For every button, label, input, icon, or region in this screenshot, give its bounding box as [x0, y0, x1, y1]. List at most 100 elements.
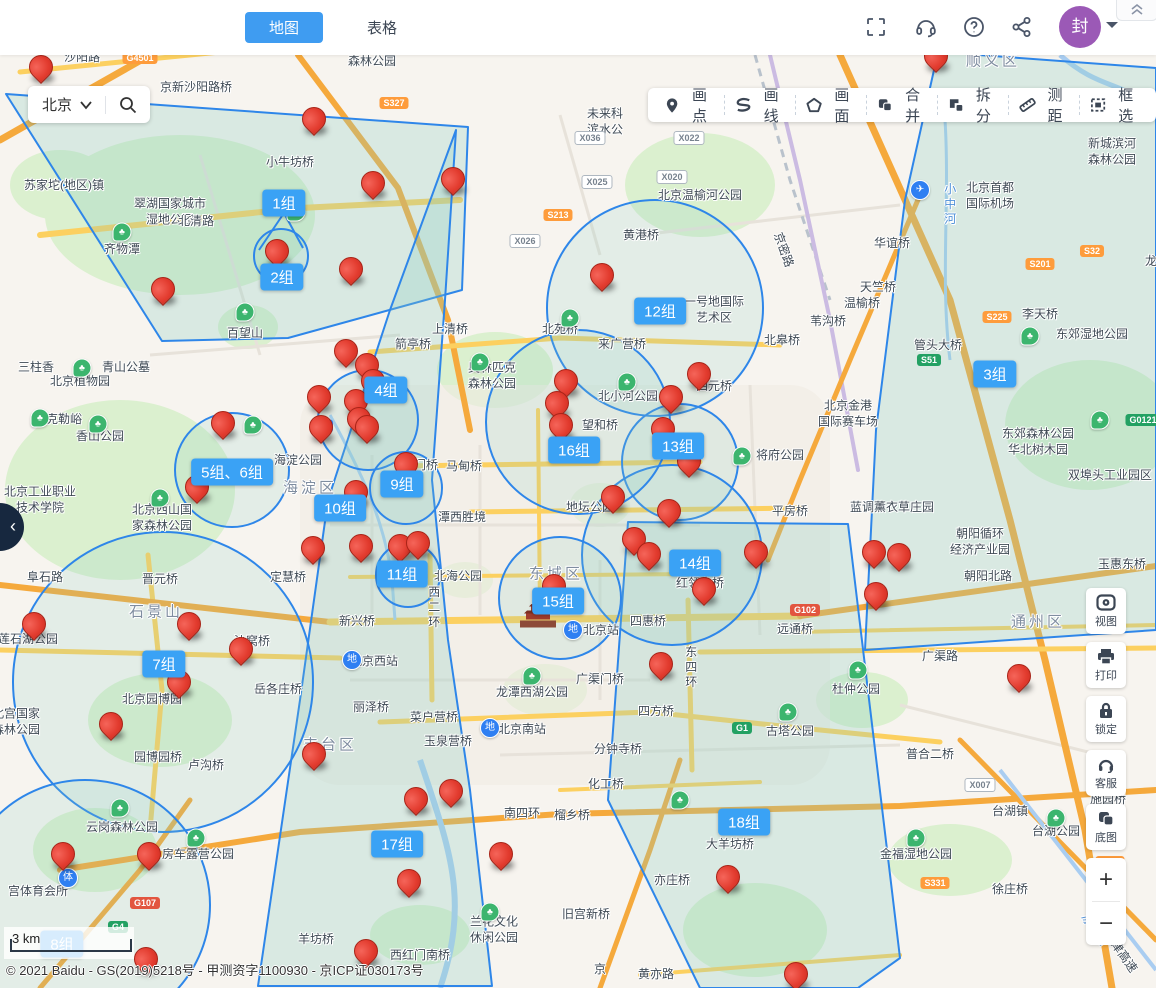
- map-place-label: 阜石路: [27, 570, 63, 586]
- city-name[interactable]: 北京: [42, 94, 72, 115]
- group-label-chip[interactable]: 15组: [532, 588, 584, 615]
- road-shield: X007: [964, 778, 995, 792]
- park-poi-icon: ♣: [1091, 411, 1110, 430]
- split-button[interactable]: 拆分: [938, 94, 1008, 116]
- map-place-label: 顺义区: [966, 55, 1020, 71]
- map-place-label: 温榆桥: [844, 296, 880, 312]
- tab-table[interactable]: 表格: [352, 12, 412, 43]
- group-label-chip[interactable]: 9组: [380, 471, 423, 498]
- road-shield: X026: [509, 234, 540, 248]
- map-place-label: 四方桥: [638, 704, 674, 720]
- group-label-chip[interactable]: 11组: [377, 561, 428, 588]
- road-shield: X036: [574, 131, 605, 145]
- map-place-label: 北皋桥: [764, 333, 800, 349]
- group-label-chip[interactable]: 4组: [364, 377, 407, 404]
- draw-point-label: 画点: [685, 84, 714, 126]
- group-label-chip[interactable]: 16组: [548, 437, 600, 464]
- avatar[interactable]: 封: [1059, 6, 1101, 48]
- map-place-label: 小中河: [941, 183, 957, 228]
- park-poi-icon: ♣: [73, 359, 92, 378]
- map-place-label: 北清路: [178, 214, 214, 230]
- map-place-label: 天竺桥: [860, 280, 896, 296]
- box-select-icon: [1090, 97, 1106, 113]
- map-place-label: 分钟寺桥: [594, 742, 642, 758]
- group-label-chip[interactable]: 7组: [142, 651, 185, 678]
- map-place-label: 龙: [1145, 254, 1156, 270]
- map-canvas[interactable]: 沙阳路京新沙阳路桥森林公园翠湖国家城市 湿地公园苏家坨(地区)镇小牛坊桥北清路齐…: [0, 55, 1156, 988]
- group-label-chip[interactable]: 14组: [669, 550, 721, 577]
- basemap-button[interactable]: 底图: [1086, 804, 1126, 850]
- draw-line-button[interactable]: 画线: [725, 94, 796, 116]
- map-place-label: 小牛坊桥: [266, 155, 314, 171]
- chevron-down-icon[interactable]: [79, 100, 93, 110]
- map-place-label: 东郊森林公园 华北树木园: [1002, 426, 1074, 457]
- map-place-label: 化工桥: [588, 777, 624, 793]
- road-shield: S327: [379, 97, 408, 109]
- transit-poi-icon: 地: [563, 620, 583, 640]
- fullscreen-button[interactable]: [862, 14, 890, 42]
- group-label-chip[interactable]: 18组: [718, 809, 770, 836]
- search-icon[interactable]: [118, 95, 138, 115]
- map-place-label: 金福湿地公园: [880, 847, 952, 863]
- measure-button[interactable]: 测距: [1009, 94, 1080, 116]
- group-label-chip[interactable]: 1组: [262, 190, 305, 217]
- map-place-label: 京: [594, 962, 606, 978]
- support-button[interactable]: 客服: [1086, 750, 1126, 796]
- park-poi-icon: ♣: [89, 415, 108, 434]
- scale-bar: 3 km: [4, 927, 134, 959]
- side-toolbar: 视图 打印 锁定 客服: [1086, 588, 1126, 945]
- road-shield: X025: [581, 175, 612, 189]
- group-label-chip[interactable]: 17组: [371, 831, 423, 858]
- park-poi-icon: ♣: [244, 416, 263, 435]
- merge-icon: [877, 97, 893, 113]
- print-button[interactable]: 打印: [1086, 642, 1126, 688]
- draw-point-button[interactable]: 画点: [654, 94, 724, 116]
- zoom-out-button[interactable]: −: [1086, 902, 1126, 945]
- view-icon: [1096, 594, 1116, 611]
- group-label-chip[interactable]: 5组、6组: [191, 459, 273, 486]
- lock-icon: [1097, 702, 1115, 719]
- draw-line-label: 画线: [757, 84, 786, 126]
- group-label-chip[interactable]: 3组: [973, 361, 1016, 388]
- box-select-button[interactable]: 框选: [1080, 94, 1150, 116]
- group-label-chip[interactable]: 10组: [314, 495, 366, 522]
- city-selector[interactable]: 北京: [28, 86, 150, 123]
- road-shield: S331: [920, 877, 949, 889]
- map-place-label: 华谊桥: [874, 236, 910, 252]
- map-place-label: 箭亭桥: [395, 337, 431, 353]
- zoom-in-button[interactable]: +: [1086, 858, 1126, 901]
- group-label-chip[interactable]: 13组: [652, 433, 704, 460]
- zone-circle[interactable]: [486, 330, 670, 514]
- zoom-control: + −: [1086, 858, 1126, 945]
- map-place-label: 杜仲公园: [832, 682, 880, 698]
- map-place-label: 岳各庄桥: [254, 682, 302, 698]
- map-place-label: 齐物潭: [104, 242, 140, 258]
- group-label-chip[interactable]: 2组: [260, 264, 303, 291]
- help-button[interactable]: [960, 14, 988, 42]
- split-icon: [948, 97, 964, 113]
- share-button[interactable]: [1008, 14, 1036, 42]
- park-poi-icon: ♣: [1047, 809, 1066, 828]
- map-place-label: 菜户营桥: [410, 710, 458, 726]
- road-shield: S201: [1025, 258, 1054, 270]
- map-place-label: 朝阳循环 经济产业园: [950, 526, 1010, 557]
- headset-button[interactable]: [912, 14, 940, 42]
- map-place-label: 新城滨河 森林公园: [1088, 136, 1136, 167]
- map-place-label: 南四环: [504, 806, 540, 822]
- map-place-label: 广渠门桥: [576, 672, 624, 688]
- merge-button[interactable]: 合并: [867, 94, 937, 116]
- map-place-label: 晋元桥: [142, 572, 178, 588]
- view-button[interactable]: 视图: [1086, 588, 1126, 634]
- lock-button[interactable]: 锁定: [1086, 696, 1126, 742]
- map-place-label: 亦庄桥: [654, 873, 690, 889]
- draw-area-button[interactable]: 画面: [796, 94, 866, 116]
- draw-area-label: 画面: [828, 84, 857, 126]
- map-place-label: 潭西胜境: [438, 510, 486, 526]
- collapse-topbar-button[interactable]: [1116, 0, 1156, 21]
- lock-label: 锁定: [1095, 721, 1117, 737]
- avatar-caret-icon[interactable]: [1106, 22, 1118, 34]
- fullscreen-icon: [864, 15, 888, 39]
- map-place-label: 海淀公园: [274, 453, 322, 469]
- tab-map[interactable]: 地图: [245, 12, 323, 43]
- group-label-chip[interactable]: 12组: [634, 298, 686, 325]
